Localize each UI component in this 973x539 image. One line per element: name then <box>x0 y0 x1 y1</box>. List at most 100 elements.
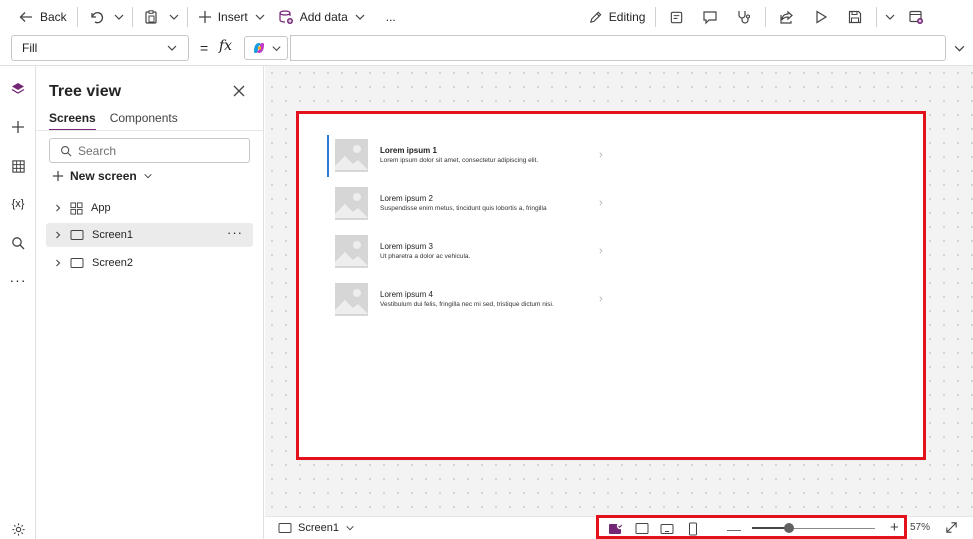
copilot-icon <box>253 43 264 53</box>
new-screen-button[interactable]: New screen <box>52 169 153 183</box>
settings-rail-button[interactable] <box>8 519 28 539</box>
gallery-item[interactable]: Lorem ipsum 3 Ut pharetra a dolor ac veh… <box>327 229 607 273</box>
tree-node-screen1[interactable]: Screen1 ··· <box>46 223 253 247</box>
more-commands-button[interactable]: ... <box>380 3 402 31</box>
status-bar: Screen1 — + 57% <box>265 516 973 539</box>
tab-components[interactable]: Components <box>110 111 178 131</box>
undo-menu-button[interactable] <box>110 3 128 31</box>
app-checker-button[interactable] <box>727 3 761 31</box>
tree-tabs: Screens Components <box>49 111 178 131</box>
insert-button[interactable]: Insert <box>192 3 272 31</box>
formula-bar: Fill = fx <box>0 34 973 64</box>
tree-node-app[interactable]: App <box>46 196 253 220</box>
copilot-button[interactable] <box>244 36 288 60</box>
new-screen-label: New screen <box>70 169 137 183</box>
fit-to-window-button[interactable] <box>945 521 958 539</box>
app-screen[interactable]: Lorem ipsum 1 Lorem ipsum dolor sit amet… <box>299 114 923 458</box>
expand-icon <box>946 522 957 533</box>
undo-icon <box>91 12 103 24</box>
chevron-down-icon <box>167 45 177 51</box>
notes-icon <box>671 11 683 23</box>
save-button[interactable] <box>838 3 872 31</box>
formula-input[interactable] <box>290 35 946 61</box>
editing-mode-button[interactable]: Editing <box>582 3 652 31</box>
chevron-right-icon[interactable] <box>50 259 66 267</box>
divider <box>876 7 878 27</box>
plus-icon <box>52 170 64 182</box>
expand-formula-button[interactable] <box>953 42 966 60</box>
close-button[interactable] <box>233 84 245 102</box>
search-input[interactable]: Search <box>49 138 250 163</box>
search-rail-button[interactable] <box>8 233 28 253</box>
data-rail-button[interactable] <box>8 156 28 176</box>
publish-button[interactable] <box>899 3 933 31</box>
laptop-view-button[interactable] <box>660 522 674 539</box>
layout-check-icon <box>609 522 624 534</box>
paste-button[interactable] <box>137 3 165 31</box>
tablet-icon <box>635 523 649 534</box>
gallery-item[interactable]: Lorem ipsum 1 Lorem ipsum dolor sit amet… <box>327 133 607 177</box>
gallery-item[interactable]: Lorem ipsum 4 Vestibulum dui felis, frin… <box>327 277 607 321</box>
chevron-down-icon <box>144 173 152 179</box>
gear-icon <box>11 522 25 536</box>
chevron-down-icon <box>255 14 265 20</box>
add-data-button[interactable]: Add data <box>272 3 372 31</box>
screen-icon <box>70 229 84 241</box>
chevron-right-icon[interactable]: › <box>599 245 603 257</box>
gallery-item[interactable]: Lorem ipsum 2 Suspendisse enim metus, ti… <box>327 181 607 225</box>
laptop-icon <box>660 524 674 534</box>
zoom-out-button[interactable]: — <box>727 521 741 537</box>
share-button[interactable] <box>770 3 804 31</box>
undo-button[interactable] <box>82 3 110 31</box>
back-button[interactable]: Back <box>12 3 73 31</box>
play-icon <box>816 10 828 24</box>
chevron-right-icon[interactable]: › <box>599 149 603 161</box>
item-subtitle: Ut pharetra a dolor ac vehicula. <box>380 253 471 260</box>
divider <box>131 7 133 27</box>
screen-selector[interactable]: Screen1 <box>278 522 355 534</box>
tree-node-screen2[interactable]: Screen2 <box>46 251 253 275</box>
chevron-right-icon[interactable] <box>50 204 66 212</box>
preview-button[interactable] <box>804 3 838 31</box>
save-menu-button[interactable] <box>881 3 899 31</box>
tab-screens[interactable]: Screens <box>49 111 96 131</box>
clipboard-icon <box>145 10 157 24</box>
panel-title: Tree view <box>49 83 122 100</box>
chevron-right-icon[interactable]: › <box>599 197 603 209</box>
tree-node-label: Screen1 <box>92 229 133 241</box>
layout-preview-button[interactable] <box>608 522 624 539</box>
layers-icon <box>11 83 25 94</box>
back-label: Back <box>40 10 67 24</box>
variables-rail-button[interactable]: {x} <box>8 194 28 214</box>
zoom-level: 57% <box>910 522 931 533</box>
tree-view-rail-button[interactable] <box>8 79 28 99</box>
chevron-down-icon <box>271 45 281 51</box>
more-rail-button[interactable]: ··· <box>8 270 28 290</box>
fx-icon: fx <box>219 38 233 54</box>
command-bar: Back Insert Add data ... Editing <box>0 0 973 34</box>
tablet-view-button[interactable] <box>635 522 649 539</box>
stethoscope-icon <box>738 11 751 24</box>
item-subtitle: Vestibulum dui felis, fringilla nec mi s… <box>380 301 554 308</box>
image-placeholder-icon <box>335 139 368 172</box>
zoom-slider-thumb[interactable] <box>783 523 794 533</box>
comments-button[interactable] <box>693 3 727 31</box>
search-icon <box>60 145 72 157</box>
chevron-right-icon[interactable] <box>50 231 66 239</box>
insert-label: Insert <box>217 10 248 24</box>
notes-button[interactable] <box>660 3 693 31</box>
screen-selector-label: Screen1 <box>298 522 339 534</box>
image-placeholder-icon <box>335 187 368 220</box>
tree-node-label: Screen2 <box>92 257 133 269</box>
property-dropdown[interactable]: Fill <box>11 35 189 61</box>
divider <box>76 7 78 27</box>
screen-icon <box>278 523 292 533</box>
more-options-button[interactable]: ··· <box>227 225 243 240</box>
paste-menu-button[interactable] <box>165 3 183 31</box>
zoom-in-button[interactable]: + <box>890 519 899 536</box>
phone-view-button[interactable] <box>688 522 698 539</box>
editing-label: Editing <box>608 10 646 24</box>
insert-rail-button[interactable] <box>8 117 28 137</box>
chevron-right-icon[interactable]: › <box>599 293 603 305</box>
chevron-down-icon <box>114 14 124 20</box>
